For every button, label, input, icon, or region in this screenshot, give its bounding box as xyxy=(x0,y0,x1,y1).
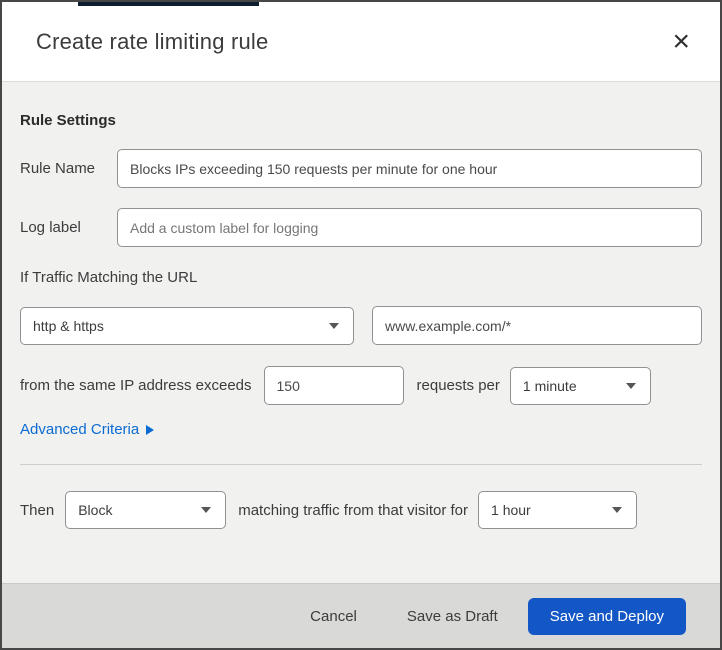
close-icon[interactable]: × xyxy=(668,26,694,56)
request-count-input[interactable] xyxy=(263,366,404,405)
chevron-right-icon xyxy=(146,424,155,435)
log-label-input[interactable] xyxy=(117,208,702,247)
action-select-value: Block xyxy=(78,502,113,518)
duration-select-value: 1 hour xyxy=(491,502,531,518)
save-and-deploy-button[interactable]: Save and Deploy xyxy=(527,597,686,635)
rule-settings-heading: Rule Settings xyxy=(20,112,116,129)
background-page-accent-bar xyxy=(78,2,259,6)
create-rate-limiting-rule-modal: { "modal": { "title": "Create rate limit… xyxy=(0,0,722,650)
modal-body: Rule Settings Rule Name Log label If Tra… xyxy=(2,82,720,529)
rule-name-row: Rule Name xyxy=(20,149,702,188)
chevron-down-icon xyxy=(612,507,623,513)
url-match-row: http & https xyxy=(20,306,702,345)
then-middle-text: matching traffic from that visitor for xyxy=(238,501,469,519)
threshold-prefix-text: from the same IP address exceeds xyxy=(20,377,252,394)
period-select[interactable]: 1 minute xyxy=(509,366,651,405)
chevron-down-icon xyxy=(625,382,636,389)
chevron-down-icon xyxy=(201,507,212,513)
period-select-value: 1 minute xyxy=(522,377,577,394)
scheme-select[interactable]: http & https xyxy=(20,306,354,345)
then-label: Then xyxy=(20,501,55,519)
duration-select[interactable]: 1 hour xyxy=(478,491,638,529)
log-label-label: Log label xyxy=(20,219,81,236)
rule-name-label: Rule Name xyxy=(20,160,96,177)
action-select[interactable]: Block xyxy=(65,491,227,529)
scheme-select-value: http & https xyxy=(33,317,104,334)
advanced-criteria-label: Advanced Criteria xyxy=(20,421,140,438)
modal-title: Create rate limiting rule xyxy=(36,28,269,54)
modal-footer: Cancel Save as Draft Save and Deploy xyxy=(2,583,720,648)
traffic-match-heading: If Traffic Matching the URL xyxy=(20,269,198,286)
cancel-button[interactable]: Cancel xyxy=(306,602,361,631)
modal-header: Create rate limiting rule × xyxy=(2,2,720,82)
then-row: Then Block matching traffic from that vi… xyxy=(20,491,702,529)
threshold-middle-text: requests per xyxy=(416,377,500,394)
advanced-criteria-link[interactable]: Advanced Criteria xyxy=(20,421,155,438)
chevron-down-icon xyxy=(329,322,339,329)
threshold-row: from the same IP address exceeds request… xyxy=(20,366,702,405)
save-as-draft-button[interactable]: Save as Draft xyxy=(403,602,502,631)
rule-name-input[interactable] xyxy=(117,149,702,188)
log-label-row: Log label xyxy=(20,208,702,247)
section-divider xyxy=(20,464,702,465)
url-pattern-input[interactable] xyxy=(372,306,702,345)
